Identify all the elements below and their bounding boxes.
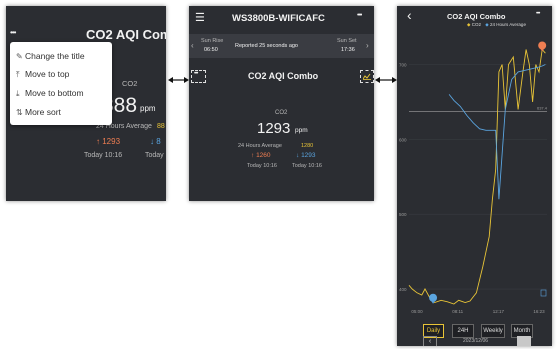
next-chevron-icon[interactable]: › <box>366 41 369 50</box>
menu-item-move-bottom[interactable]: ⤓ Move to bottom <box>16 88 84 99</box>
hamburger-menu-icon[interactable]: ☰ <box>195 11 205 24</box>
max-value-text: 1260 <box>256 152 271 159</box>
widget-title: CO2 AQI Combo <box>248 71 319 81</box>
max-value: ↑ 1260 <box>251 152 271 159</box>
menu-item-label: Move to bottom <box>25 88 84 98</box>
reference-line-label: 637.4 <box>537 105 548 110</box>
sunrise-label: Sun Rise <box>201 38 224 44</box>
chart-title: CO2 AQI Combo <box>447 12 506 21</box>
left-connector-arrow <box>168 71 189 83</box>
more-options-highlight[interactable]: ••• <box>191 70 206 83</box>
min-marker <box>429 293 438 302</box>
chevron-left-icon: ‹ <box>428 338 432 345</box>
timestamp-2: Today <box>145 152 164 159</box>
context-menu: ✎ Change the title ⤒ Move to top ⤓ Move to … <box>10 42 112 125</box>
tab-weekly[interactable]: Weekly <box>481 324 505 338</box>
reported-status: Reported 25 seconds ago <box>235 43 298 49</box>
legend-avg-swatch: ◆ <box>485 22 489 27</box>
info-bar: ‹ Sun Rise 06:50 Reported 25 seconds ago… <box>189 34 374 58</box>
chart-icon <box>363 73 371 80</box>
co2-value: 1293 <box>257 120 291 137</box>
device-screen: ☰ WS3800B-WIFICAFC ••• ‹ Sun Rise 06:50 … <box>189 6 374 201</box>
y-tick-label: 700 <box>399 62 407 67</box>
menu-item-label: More sort <box>25 107 61 117</box>
more-options-icon: ••• <box>194 71 198 77</box>
tab-24h[interactable]: 24H <box>452 324 474 338</box>
right-connector-arrow <box>375 71 397 83</box>
unit-label: ppm <box>140 104 156 113</box>
chart-button-highlight[interactable] <box>360 70 374 83</box>
legend-avg-label: 24 Hours Average <box>490 22 526 27</box>
prev-date-button[interactable]: ‹ <box>423 336 437 346</box>
legend-co2-swatch: ◆ <box>467 22 471 27</box>
menu-item-label: Change the title <box>25 51 85 61</box>
timestamp-2: Today 10:16 <box>292 163 322 169</box>
legend-co2-label: CO2 <box>471 22 481 27</box>
menu-item-label: Move to top <box>25 69 70 79</box>
chart-screen: ‹ CO2 AQI Combo ••• ◆ CO2 ◆ 24 Hours Ave… <box>397 6 552 346</box>
y-tick-label: 500 <box>399 212 407 217</box>
y-tick-label: 400 <box>399 287 407 292</box>
sensor-label: CO2 <box>122 79 138 88</box>
menu-item-change-title[interactable]: ✎ Change the title <box>16 51 85 61</box>
timestamp: Today 10:16 <box>84 152 123 159</box>
timestamp: Today 10:16 <box>247 163 277 169</box>
x-tick-label: 08:11 <box>452 309 463 314</box>
edit-icon: ✎ <box>16 52 23 61</box>
chart-legend: ◆ CO2 ◆ 24 Hours Average <box>467 22 526 28</box>
sensor-label: CO2 <box>275 110 288 116</box>
average-value: 1280 <box>301 143 314 149</box>
prev-chevron-icon[interactable]: ‹ <box>191 41 194 50</box>
average-label: 24 Hours Average <box>238 143 282 149</box>
sunset-label: Sun Set <box>337 38 357 44</box>
sort-icon: ⇅ <box>16 108 23 117</box>
x-tick-label: 12:17 <box>493 309 505 314</box>
date-label: 2023/12/06 <box>463 338 489 344</box>
average-value: 88 <box>157 123 165 130</box>
max-value-text: 1293 <box>102 137 121 146</box>
move-top-icon: ⤒ <box>16 70 20 79</box>
more-options-icon[interactable]: ••• <box>357 12 362 19</box>
sunset-time: 17:36 <box>341 47 355 53</box>
y-tick-label: 600 <box>399 137 407 142</box>
date-nav: ‹ 2023/12/06 <box>421 336 538 346</box>
left-widget-panel: ••• CO2 AQI Combo CO2 388 ppm 24 Hours A… <box>6 6 166 201</box>
sunrise-time: 06:50 <box>204 47 218 53</box>
max-marker <box>538 41 547 50</box>
min-value: ↓ 8 <box>150 137 161 146</box>
max-value: ↑ 1293 <box>96 137 120 146</box>
x-tick-label: 05:00 <box>411 309 423 314</box>
menu-item-move-top[interactable]: ⤒ Move to top <box>16 69 69 80</box>
x-tick-label: 16:23 <box>533 309 545 314</box>
next-date-button[interactable] <box>517 336 531 346</box>
menu-item-more-sort[interactable]: ⇅ More sort <box>16 107 61 117</box>
unit-label: ppm <box>295 127 308 134</box>
co2-line-chart[interactable]: 400 500 600 700 05:00 08:11 12:17 16:23 637.4 <box>397 32 552 322</box>
min-value: ↓ 1293 <box>296 152 316 159</box>
more-options-icon[interactable]: ••• <box>536 11 540 17</box>
min-value-text: 8 <box>156 137 161 146</box>
min-value-text: 1293 <box>301 152 316 159</box>
more-options-icon[interactable]: ••• <box>10 28 16 37</box>
widget-title: CO2 AQI Combo <box>86 27 166 42</box>
device-title: WS3800B-WIFICAFC <box>232 13 325 24</box>
move-bottom-icon: ⤓ <box>16 89 20 98</box>
back-icon[interactable]: ‹ <box>407 7 412 23</box>
co2-series-line <box>408 48 546 305</box>
fullscreen-icon[interactable] <box>540 289 547 297</box>
